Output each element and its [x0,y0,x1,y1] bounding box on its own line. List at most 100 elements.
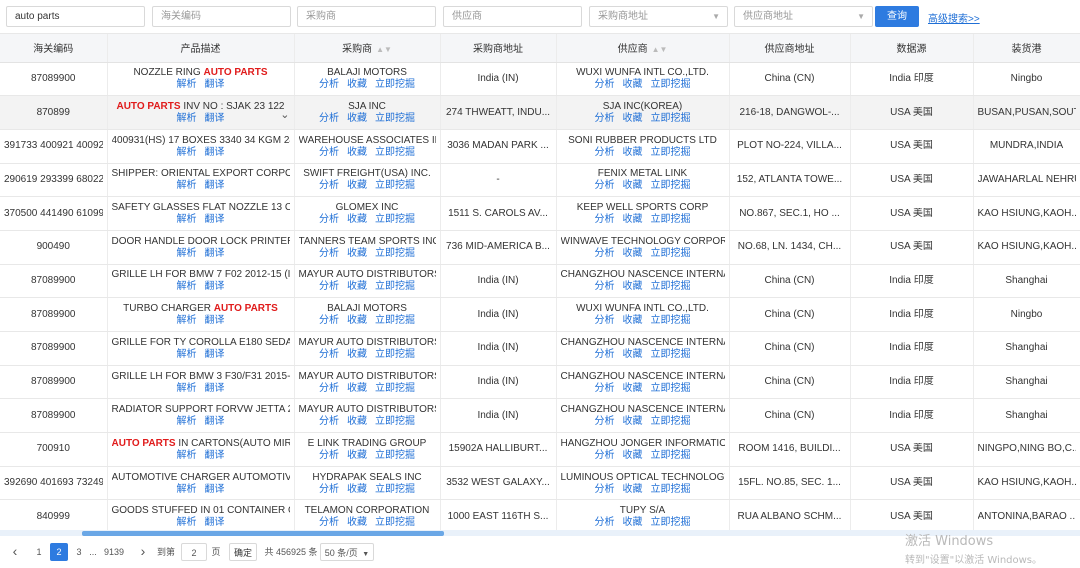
hs-code-input[interactable] [152,6,291,27]
supplier-name[interactable]: TUPY S/A [561,505,725,517]
action-link[interactable]: 立即挖掘 [651,180,691,191]
page-last[interactable]: 9139 [101,543,127,561]
action-link[interactable]: 收藏 [623,248,643,259]
buyer-name[interactable]: SJA INC [299,101,436,113]
action-link[interactable]: 分析 [595,315,615,326]
action-link[interactable]: 分析 [595,79,615,90]
action-link[interactable]: 收藏 [623,349,643,360]
table-row[interactable]: 290619 293399 680221 SHIPPER: ORIENTAL EX… [0,163,1080,198]
action-link[interactable]: 分析 [319,214,339,225]
action-link[interactable]: 收藏 [347,383,367,394]
action-link[interactable]: 分析 [319,517,339,528]
supplier-name[interactable]: FENIX METAL LINK [561,168,725,180]
action-link[interactable]: 立即挖掘 [375,214,415,225]
action-link[interactable]: 解析 [177,281,197,292]
action-link[interactable]: 收藏 [347,484,367,495]
action-link[interactable]: 收藏 [623,517,643,528]
page-3[interactable]: 3 [72,543,86,561]
buyer-name[interactable]: MAYUR AUTO DISTRIBUTORS [299,404,436,416]
action-link[interactable]: 分析 [319,113,339,124]
chevron-down-icon[interactable]: ⌄ [280,108,289,121]
action-link[interactable]: 立即挖掘 [375,383,415,394]
action-link[interactable]: 分析 [595,484,615,495]
sort-icon[interactable]: ▲▼ [376,45,392,54]
action-link[interactable]: 翻译 [205,79,225,90]
supplier-name[interactable]: CHANGZHOU NASCENCE INTERNA [561,337,725,349]
action-link[interactable]: 分析 [319,180,339,191]
table-row[interactable]: 87089900 RADIATOR SUPPORT FORVW JETTA 20 解… [0,398,1080,434]
action-link[interactable]: 收藏 [347,214,367,225]
action-link[interactable]: 分析 [595,450,615,461]
action-link[interactable]: 解析 [177,349,197,360]
table-row[interactable]: 900490 DOOR HANDLE DOOR LOCK PRINTER 解析 翻译 T… [0,230,1080,265]
col-supplier[interactable]: 供应商 ▲▼ [556,34,730,63]
action-link[interactable]: 收藏 [347,349,367,360]
action-link[interactable]: 收藏 [347,248,367,259]
action-link[interactable]: 翻译 [205,315,225,326]
action-link[interactable]: 分析 [595,517,615,528]
action-link[interactable]: 立即挖掘 [651,450,691,461]
action-link[interactable]: 分析 [595,214,615,225]
buyer-name[interactable]: SWIFT FREIGHT(USA) INC. [299,168,436,180]
action-link[interactable]: 立即挖掘 [651,281,691,292]
action-link[interactable]: 分析 [595,147,615,158]
action-link[interactable]: 翻译 [205,383,225,394]
next-page-icon[interactable]: › [136,543,150,561]
action-link[interactable]: 解析 [177,147,197,158]
action-link[interactable]: 立即挖掘 [375,248,415,259]
goto-confirm-button[interactable]: 确定 [229,543,257,561]
action-link[interactable]: 立即挖掘 [651,517,691,528]
action-link[interactable]: 收藏 [623,214,643,225]
supplier-name[interactable]: HANGZHOU JONGER INFORMATION [561,438,725,450]
action-link[interactable]: 立即挖掘 [375,349,415,360]
buyer-name[interactable]: MAYUR AUTO DISTRIBUTORS [299,371,436,383]
action-link[interactable]: 分析 [595,349,615,360]
supplier-name[interactable]: CHANGZHOU NASCENCE INTERNA [561,404,725,416]
action-link[interactable]: 分析 [595,180,615,191]
supplier-name[interactable]: CHANGZHOU NASCENCE INTERNA [561,371,725,383]
action-link[interactable]: 翻译 [205,281,225,292]
action-link[interactable]: 收藏 [347,113,367,124]
action-link[interactable]: 收藏 [623,484,643,495]
buyer-name[interactable]: HYDRAPAK SEALS INC [299,472,436,484]
buyer-name[interactable]: BALAJI MOTORS [299,67,436,79]
sort-icon[interactable]: ▲▼ [652,45,668,54]
buyer-address-select[interactable]: 采购商地址 ▼ [589,6,728,27]
action-link[interactable]: 分析 [319,450,339,461]
action-link[interactable]: 收藏 [623,416,643,427]
action-link[interactable]: 立即挖掘 [651,416,691,427]
action-link[interactable]: 分析 [319,383,339,394]
action-link[interactable]: 翻译 [205,517,225,528]
supplier-address-select[interactable]: 供应商地址 ▼ [734,6,873,27]
action-link[interactable]: 收藏 [347,315,367,326]
action-link[interactable]: 翻译 [205,180,225,191]
page-1[interactable]: 1 [32,543,46,561]
action-link[interactable]: 分析 [319,248,339,259]
action-link[interactable]: 分析 [595,281,615,292]
action-link[interactable]: 立即挖掘 [375,281,415,292]
supplier-name[interactable]: SONI RUBBER PRODUCTS LTD [561,135,725,147]
action-link[interactable]: 解析 [177,248,197,259]
buyer-name[interactable]: TANNERS TEAM SPORTS INC [299,236,436,248]
supplier-name[interactable]: WUXI WUNFA INTL CO.,LTD. [561,303,725,315]
action-link[interactable]: 解析 [177,113,197,124]
action-link[interactable]: 分析 [595,416,615,427]
table-row[interactable]: 87089900 NOZZLE RING AUTO PARTS 解析 翻译 BALAJI… [0,62,1080,97]
action-link[interactable]: 立即挖掘 [375,79,415,90]
action-link[interactable]: 立即挖掘 [651,248,691,259]
action-link[interactable]: 立即挖掘 [375,147,415,158]
action-link[interactable]: 解析 [177,180,197,191]
table-row[interactable]: 87089900 GRILLE LH FOR BMW 7 F02 2012-15 … [0,264,1080,299]
action-link[interactable]: 解析 [177,79,197,90]
action-link[interactable]: 收藏 [623,383,643,394]
table-row[interactable]: 87089900 TURBO CHARGER AUTO PARTS 解析 翻译 BALA… [0,297,1080,332]
supplier-name[interactable]: WINWAVE TECHNOLOGY CORPORA [561,236,725,248]
action-link[interactable]: 分析 [319,79,339,90]
supplier-name[interactable]: LUMINOUS OPTICAL TECHNOLOGY [561,472,725,484]
action-link[interactable]: 收藏 [623,113,643,124]
action-link[interactable]: 翻译 [205,416,225,427]
action-link[interactable]: 立即挖掘 [375,113,415,124]
page-ellipsis[interactable]: ... [86,543,100,561]
action-link[interactable]: 立即挖掘 [375,450,415,461]
table-row[interactable]: 87089900 GRILLE FOR TY COROLLA E180 SEDAN… [0,331,1080,366]
